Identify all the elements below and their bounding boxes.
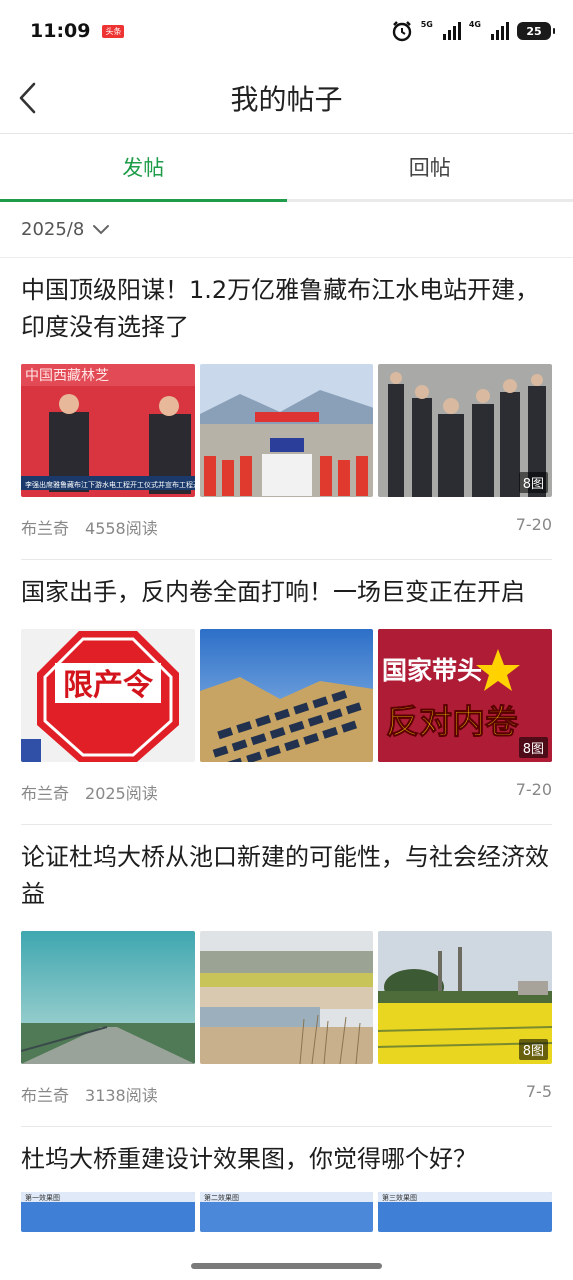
signal-icon — [442, 22, 461, 40]
post-image[interactable]: 限产令 — [21, 629, 195, 762]
thumb-caption: 李强出席雅鲁藏布江下游水电工程开工仪式并宣布工程开 — [25, 480, 195, 489]
status-bar: 11:09 头条 5G 4G 25 — [0, 0, 573, 62]
post-author: 布兰奇 — [21, 784, 70, 803]
page-title: 我的帖子 — [230, 82, 343, 116]
post-date: 7-5 — [525, 1082, 552, 1101]
post-thumbnails: 中国西藏林芝 李强出席雅鲁藏布江下游水电工程开工仪式并宣布工程开 8图 — [21, 364, 553, 497]
post-item[interactable]: 国家出手，反内卷全面打响！一场巨变正在开启 限产令 国家带头 反对内卷 8图 布… — [21, 560, 553, 825]
post-image[interactable] — [199, 931, 374, 1064]
post-read-count: 4558阅读 — [85, 519, 158, 538]
image-count-badge: 8图 — [518, 1039, 549, 1060]
post-image[interactable] — [199, 629, 374, 762]
post-image[interactable]: 第三效果图 — [378, 1192, 553, 1232]
date-filter[interactable]: 2025/8 — [0, 202, 573, 258]
thumb-caption: 第二效果图 — [204, 1193, 239, 1202]
thumb-caption: 第三效果图 — [382, 1193, 417, 1202]
header: 我的帖子 — [0, 62, 573, 134]
thumb-caption: 限产令 — [63, 668, 154, 703]
post-author: 布兰奇 — [21, 519, 70, 538]
post-title[interactable]: 论证杜坞大桥从池口新建的可能性，与社会经济效益 — [21, 839, 552, 913]
post-date: 7-20 — [515, 515, 552, 534]
alarm-icon — [392, 21, 411, 42]
post-date: 7-20 — [515, 780, 552, 799]
network-5g-label: 5G — [420, 20, 433, 29]
post-read-count: 2025阅读 — [85, 784, 158, 803]
post-meta: 布兰奇 4558阅读 7-20 — [21, 497, 552, 559]
thumb-caption: 中国西藏林芝 — [25, 368, 109, 384]
home-indicator[interactable] — [191, 1263, 382, 1269]
post-title[interactable]: 国家出手，反内卷全面打响！一场巨变正在开启 — [21, 574, 552, 611]
post-item[interactable]: 中国顶级阳谋！1.2万亿雅鲁藏布江水电站开建，印度没有选择了 中国西藏林芝 李强… — [21, 258, 553, 560]
status-time: 11:09 — [30, 20, 91, 42]
signal-icon — [491, 22, 509, 40]
post-author: 布兰奇 — [21, 1086, 70, 1105]
post-read-count: 3138阅读 — [85, 1086, 158, 1105]
post-meta: 布兰奇 2025阅读 7-20 — [21, 762, 552, 824]
back-arrow-icon[interactable] — [16, 80, 40, 116]
post-image[interactable]: 国家带头 反对内卷 8图 — [378, 629, 553, 762]
date-filter-label: 2025/8 — [21, 219, 85, 240]
post-image[interactable]: 第一效果图 — [21, 1192, 195, 1232]
post-image[interactable]: 中国西藏林芝 李强出席雅鲁藏布江下游水电工程开工仪式并宣布工程开 — [21, 364, 195, 497]
post-title[interactable]: 中国顶级阳谋！1.2万亿雅鲁藏布江水电站开建，印度没有选择了 — [21, 272, 552, 346]
app-notification-badge: 头条 — [102, 24, 125, 38]
post-image[interactable]: 8图 — [378, 364, 553, 497]
thumb-caption: 第一效果图 — [25, 1193, 60, 1202]
tab-replies[interactable]: 回帖 — [287, 134, 573, 199]
tab-posts[interactable]: 发帖 — [0, 134, 287, 202]
post-thumbnails: 8图 — [21, 931, 553, 1064]
network-4g-label: 4G — [468, 20, 481, 29]
post-image[interactable]: 第二效果图 — [199, 1192, 374, 1232]
image-count-badge: 8图 — [518, 737, 549, 758]
chevron-down-icon — [93, 224, 110, 234]
thumb-caption: 国家带头 — [382, 656, 482, 685]
post-item[interactable]: 杜坞大桥重建设计效果图，你觉得哪个好？ 第一效果图 第二效果图 第三效果图 — [21, 1127, 553, 1232]
post-thumbnails: 第一效果图 第二效果图 第三效果图 — [21, 1192, 553, 1232]
battery-icon: 25 — [517, 22, 555, 40]
post-image[interactable] — [199, 364, 374, 497]
post-thumbnails: 限产令 国家带头 反对内卷 8图 — [21, 629, 553, 762]
thumb-caption: 反对内卷 — [386, 702, 519, 741]
post-item[interactable]: 论证杜坞大桥从池口新建的可能性，与社会经济效益 8图 布兰奇 3138阅读 7-… — [21, 825, 553, 1127]
image-count-badge: 8图 — [518, 472, 549, 493]
tab-bar: 发帖 回帖 — [0, 134, 573, 202]
post-title[interactable]: 杜坞大桥重建设计效果图，你觉得哪个好？ — [21, 1141, 552, 1178]
post-image[interactable]: 8图 — [378, 931, 553, 1064]
post-meta: 布兰奇 3138阅读 7-5 — [21, 1064, 552, 1126]
post-image[interactable] — [21, 931, 195, 1064]
